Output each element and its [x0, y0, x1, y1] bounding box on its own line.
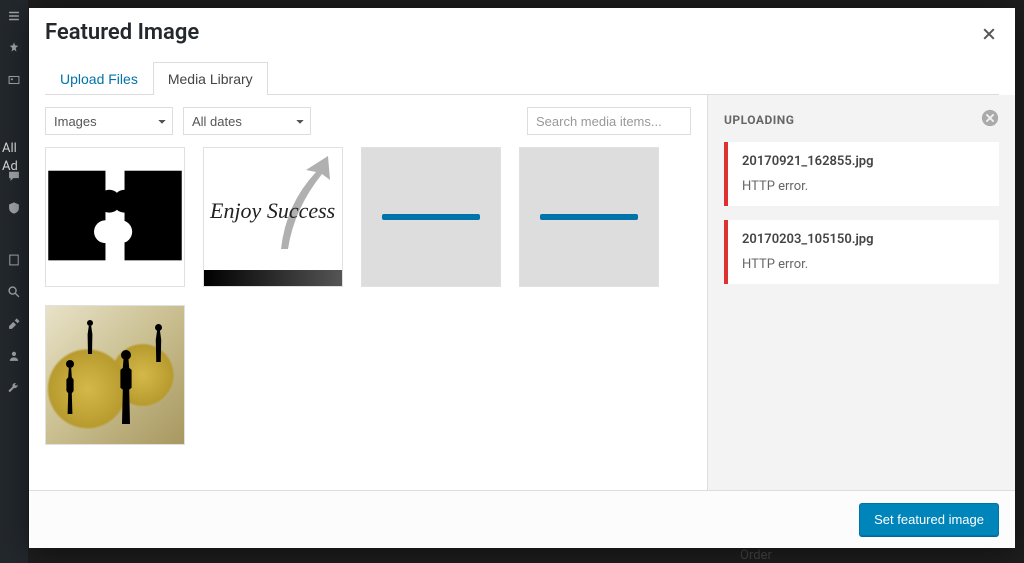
side-panel: UPLOADING 20170921_162855.jpg HTTP error…	[708, 95, 1015, 490]
figure-icon	[66, 360, 74, 368]
bg-order-label: Order	[740, 548, 772, 563]
sidebar-text-add: Ad	[2, 158, 18, 176]
search-icon	[0, 276, 28, 308]
sidebar-text-all: All	[2, 140, 17, 158]
main-panel: Images All dates	[29, 95, 708, 490]
thumb-footer-strip	[204, 270, 342, 286]
tab-upload-files[interactable]: Upload Files	[45, 62, 153, 95]
figure-icon	[118, 358, 134, 424]
figure-icon	[86, 326, 94, 354]
side-panel-heading: UPLOADING	[724, 109, 999, 130]
modal-body: Images All dates	[29, 95, 1015, 490]
page-icon	[0, 244, 28, 276]
figure-icon	[154, 330, 163, 362]
figure-icon	[87, 320, 93, 326]
modal-title: Featured Image	[45, 20, 999, 45]
thumb-caption: Enjoy Success	[210, 198, 335, 224]
attachment-thumb[interactable]	[45, 147, 185, 287]
dismiss-button[interactable]	[981, 109, 999, 130]
puzzle-icon	[46, 165, 184, 270]
upload-filename: 20170203_105150.jpg	[742, 232, 985, 247]
upload-error-item: 20170203_105150.jpg HTTP error.	[724, 220, 999, 284]
attachment-thumb-uploading[interactable]	[361, 147, 501, 287]
set-featured-image-button[interactable]: Set featured image	[859, 503, 999, 536]
upload-error-item: 20170921_162855.jpg HTTP error.	[724, 142, 999, 206]
modal-header: Featured Image Upload Files Media Librar…	[29, 8, 1015, 95]
toolbar: Images All dates	[29, 95, 707, 147]
attachments-scroll[interactable]: Enjoy Success	[29, 147, 707, 490]
tools-icon	[0, 308, 28, 340]
shield-icon	[0, 192, 28, 224]
tab-media-library[interactable]: Media Library	[153, 62, 268, 95]
attachment-thumb-uploading[interactable]	[519, 147, 659, 287]
upload-error-text: HTTP error.	[742, 257, 985, 272]
search-input[interactable]	[527, 107, 691, 135]
figure-icon	[64, 368, 76, 414]
tabs: Upload Files Media Library	[45, 61, 999, 95]
wrench-icon	[0, 372, 28, 404]
dismiss-icon	[981, 109, 999, 127]
close-icon	[981, 26, 997, 42]
media-icon	[0, 64, 28, 96]
upload-error-text: HTTP error.	[742, 179, 985, 194]
attachment-thumb[interactable]: Enjoy Success	[203, 147, 343, 287]
wp-admin-sidebar: All Ad	[0, 0, 28, 563]
attachments-grid: Enjoy Success	[45, 147, 707, 445]
uploading-label: UPLOADING	[724, 113, 794, 127]
progress-bar	[382, 214, 480, 220]
figure-icon	[155, 324, 162, 331]
close-button[interactable]	[971, 16, 1007, 52]
modal-footer: Set featured image	[29, 490, 1015, 548]
filter-type-select[interactable]: Images	[45, 107, 173, 135]
featured-image-modal: Featured Image Upload Files Media Librar…	[29, 8, 1015, 548]
progress-bar	[540, 214, 638, 220]
menu-icon	[0, 0, 28, 32]
attachment-thumb[interactable]	[45, 305, 185, 445]
upload-filename: 20170921_162855.jpg	[742, 154, 985, 169]
filter-dates-select[interactable]: All dates	[183, 107, 311, 135]
pin-icon	[0, 32, 28, 64]
user-icon	[0, 340, 28, 372]
